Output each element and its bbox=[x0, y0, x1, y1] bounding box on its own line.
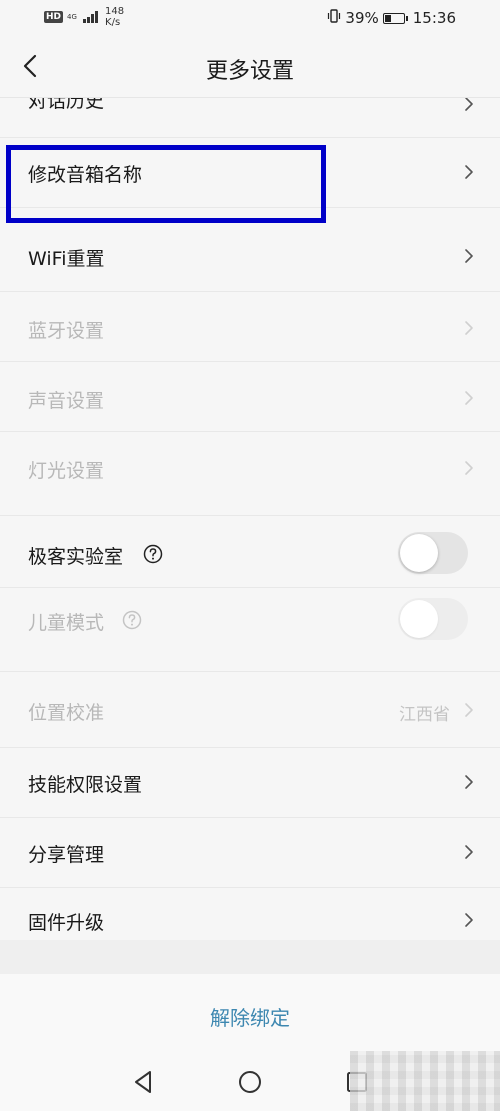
unbind-button[interactable]: 解除绑定 bbox=[0, 1002, 500, 1031]
network-speed: 148 K/s bbox=[105, 6, 124, 28]
unbind-area: 解除绑定 bbox=[0, 974, 500, 1054]
row-sound: 声音设置 bbox=[0, 362, 500, 432]
chevron-right-icon bbox=[465, 98, 473, 111]
row-light: 灯光设置 bbox=[0, 432, 500, 516]
row-firmware[interactable]: 固件升级 bbox=[0, 888, 500, 940]
chevron-right-icon bbox=[465, 775, 473, 789]
chevron-right-icon bbox=[465, 703, 473, 717]
row-location: 位置校准 江西省 bbox=[0, 672, 500, 748]
row-label: 位置校准 bbox=[28, 702, 105, 724]
question-circle-icon bbox=[122, 610, 142, 630]
row-label: 固件升级 bbox=[28, 912, 105, 934]
circle-home-icon[interactable] bbox=[236, 1068, 264, 1096]
chevron-right-icon bbox=[465, 461, 473, 475]
toggle-knob bbox=[400, 600, 438, 638]
row-label: 分享管理 bbox=[28, 844, 105, 866]
row-geek-lab: 极客实验室 bbox=[0, 516, 500, 588]
chevron-right-icon bbox=[465, 249, 473, 263]
header: 更多设置 bbox=[0, 38, 500, 98]
triangle-back-icon[interactable] bbox=[129, 1068, 157, 1096]
question-circle-icon[interactable] bbox=[143, 544, 163, 564]
location-value: 江西省 bbox=[399, 705, 450, 725]
chevron-right-icon bbox=[465, 845, 473, 859]
section-gap bbox=[0, 940, 500, 974]
nav-bar bbox=[0, 1051, 500, 1111]
battery-fill bbox=[384, 14, 392, 22]
network-type: 4G bbox=[67, 12, 77, 21]
chevron-right-icon bbox=[465, 391, 473, 405]
chevron-right-icon bbox=[465, 913, 473, 927]
kids-mode-toggle bbox=[398, 598, 468, 640]
hd-badge: HD bbox=[44, 11, 64, 23]
chevron-right-icon bbox=[465, 165, 473, 179]
row-label: 技能权限设置 bbox=[28, 774, 143, 796]
row-label: WiFi重置 bbox=[28, 248, 105, 270]
row-chat-history[interactable]: 对话历史 bbox=[0, 98, 500, 138]
watermark-mosaic bbox=[350, 1051, 500, 1111]
battery-icon bbox=[382, 12, 408, 24]
page-title: 更多设置 bbox=[205, 59, 294, 84]
row-bluetooth: 蓝牙设置 bbox=[0, 292, 500, 362]
status-left: HD 4G 148 K/s bbox=[44, 6, 124, 28]
row-share-manage[interactable]: 分享管理 bbox=[0, 818, 500, 888]
row-skill-permission[interactable]: 技能权限设置 bbox=[0, 748, 500, 818]
chevron-right-icon bbox=[465, 321, 473, 335]
speed-value: 148 bbox=[105, 6, 125, 17]
row-kids-mode: 儿童模式 bbox=[0, 588, 500, 672]
clock: 15:36 bbox=[412, 9, 456, 27]
row-label: 儿童模式 bbox=[28, 612, 105, 634]
battery-percent: 39% bbox=[345, 9, 379, 27]
geek-lab-toggle[interactable] bbox=[398, 532, 468, 574]
speed-unit: K/s bbox=[105, 17, 121, 28]
row-label: 灯光设置 bbox=[28, 460, 105, 482]
status-bar: HD 4G 148 K/s 39% 15:36 bbox=[0, 0, 500, 38]
status-right: 39% 15:36 bbox=[327, 9, 456, 27]
row-label: 声音设置 bbox=[28, 390, 105, 412]
row-label: 蓝牙设置 bbox=[28, 320, 105, 342]
vibrate-icon bbox=[327, 9, 341, 27]
toggle-knob bbox=[400, 534, 438, 572]
row-label: 对话历史 bbox=[28, 98, 105, 112]
signal-icon bbox=[83, 11, 99, 23]
highlight-box bbox=[6, 145, 326, 223]
row-label: 极客实验室 bbox=[28, 546, 124, 568]
